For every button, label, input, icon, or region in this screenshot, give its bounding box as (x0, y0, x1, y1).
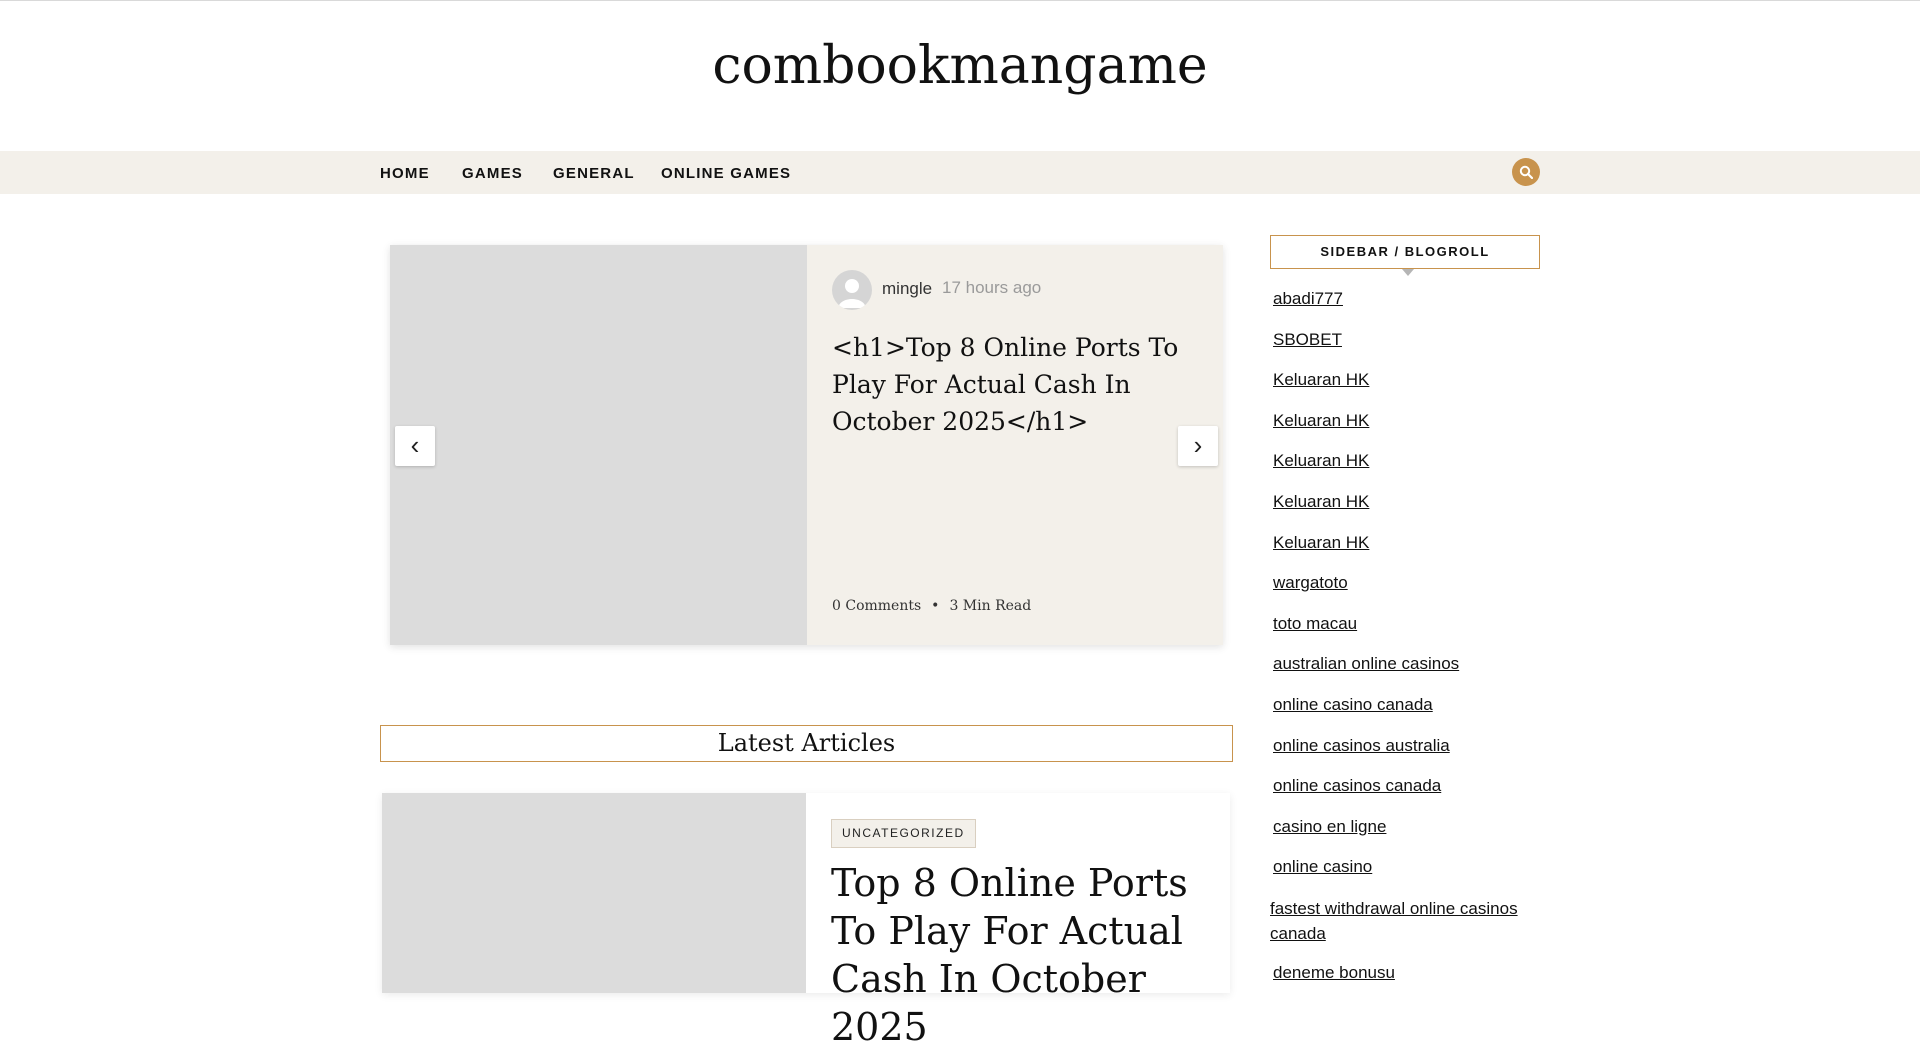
user-icon (838, 279, 866, 308)
sidebar-link[interactable]: casino en ligne (1273, 817, 1386, 837)
sidebar-link[interactable]: online casino canada (1273, 695, 1433, 715)
sidebar-link[interactable]: fastest withdrawal online casinos canada (1270, 896, 1550, 946)
sidebar-link[interactable]: Keluaran HK (1273, 370, 1369, 390)
latest-articles-heading: Latest Articles (380, 725, 1233, 762)
sidebar-heading-caret (1402, 269, 1414, 276)
sidebar-heading: SIDEBAR / BLOGROLL (1270, 235, 1540, 269)
sidebar-link[interactable]: online casinos australia (1273, 736, 1450, 756)
slide-meta: 0 Comments • 3 Min Read (832, 598, 1031, 614)
article-card: UNCATEGORIZED Top 8 Online Ports To Play… (382, 793, 1230, 1049)
avatar[interactable] (832, 270, 872, 310)
nav-games[interactable]: GAMES (462, 165, 523, 182)
slider-next-button[interactable]: › (1178, 426, 1218, 466)
article-image-placeholder[interactable] (382, 793, 806, 993)
sidebar-link[interactable]: SBOBET (1273, 330, 1342, 350)
slide-image-placeholder[interactable] (390, 245, 807, 645)
sidebar-link[interactable]: deneme bonusu (1273, 963, 1395, 983)
search-icon (1519, 165, 1533, 179)
sidebar-link[interactable]: online casinos canada (1273, 776, 1441, 796)
sidebar-link[interactable]: Keluaran HK (1273, 492, 1369, 512)
nav-general[interactable]: GENERAL (553, 165, 635, 182)
slide-content: mingle 17 hours ago <h1>Top 8 Online Por… (807, 245, 1223, 645)
sidebar-link[interactable]: wargatoto (1273, 573, 1348, 593)
slide-title[interactable]: <h1>Top 8 Online Ports To Play For Actua… (832, 329, 1207, 440)
featured-slider: mingle 17 hours ago <h1>Top 8 Online Por… (390, 245, 1223, 645)
read-time: 3 Min Read (949, 598, 1032, 614)
sidebar-link[interactable]: Keluaran HK (1273, 533, 1369, 553)
comments-count[interactable]: 0 Comments (832, 598, 921, 614)
sidebar-link[interactable]: Keluaran HK (1273, 451, 1369, 471)
sidebar-link[interactable]: online casino (1273, 857, 1372, 877)
nav-home[interactable]: HOME (380, 165, 430, 182)
meta-separator: • (931, 598, 940, 614)
sidebar-link[interactable]: abadi777 (1273, 289, 1343, 309)
sidebar-link[interactable]: Keluaran HK (1273, 411, 1369, 431)
article-title[interactable]: Top 8 Online Ports To Play For Actual Ca… (831, 859, 1211, 1051)
top-border (0, 0, 1920, 1)
site-title[interactable]: combookmangame (0, 36, 1920, 96)
author-name[interactable]: mingle (882, 279, 932, 299)
nav-online-games[interactable]: ONLINE GAMES (661, 165, 791, 182)
search-button[interactable] (1512, 158, 1540, 186)
sidebar-link[interactable]: australian online casinos (1273, 654, 1459, 674)
sidebar-link[interactable]: toto macau (1273, 614, 1357, 634)
category-badge[interactable]: UNCATEGORIZED (831, 819, 976, 848)
slider-prev-button[interactable]: ‹ (395, 426, 435, 466)
main-nav: HOME GAMES GENERAL ONLINE GAMES (0, 151, 1920, 194)
post-time: 17 hours ago (942, 278, 1042, 297)
